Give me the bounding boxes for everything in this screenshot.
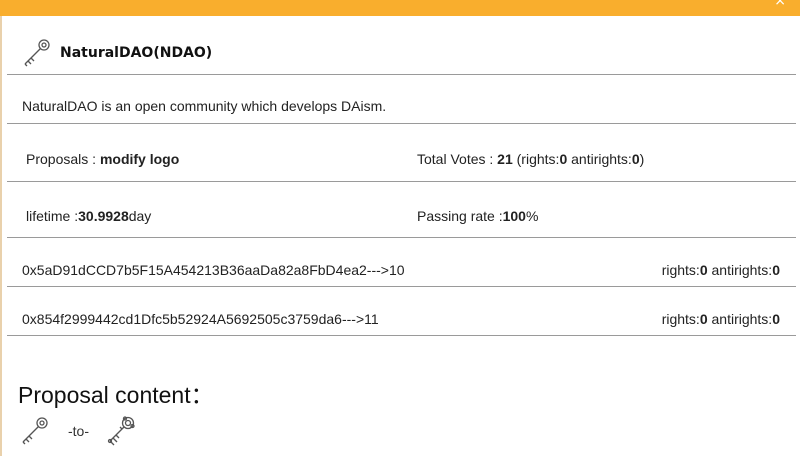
vote-tally: rights:0 antirights:0 bbox=[662, 311, 780, 327]
proposal-label: Proposals : bbox=[26, 151, 100, 167]
antirights-label: antirights: bbox=[707, 262, 773, 278]
dao-title: NaturalDAO(NDAO) bbox=[60, 45, 213, 61]
antirights-value: 0 bbox=[631, 151, 640, 167]
dao-header: NaturalDAO(NDAO) bbox=[20, 36, 212, 70]
divider bbox=[7, 237, 796, 238]
divider bbox=[7, 123, 796, 124]
divider bbox=[7, 286, 796, 287]
proposal-content-title: Proposal content： bbox=[18, 382, 214, 408]
rights-label: rights: bbox=[661, 262, 700, 278]
antirights-value: 0 bbox=[772, 262, 780, 278]
lifetime-label: lifetime : bbox=[26, 208, 79, 224]
ornate-key-icon bbox=[103, 414, 137, 448]
close-icon[interactable]: × bbox=[774, 0, 786, 8]
key-icon bbox=[20, 37, 52, 69]
divider bbox=[7, 181, 796, 182]
antirights-value: 0 bbox=[772, 311, 780, 327]
rights-value: 0 bbox=[699, 311, 708, 327]
dao-description: NaturalDAO is an open community which de… bbox=[22, 98, 387, 114]
rights-label: rights: bbox=[661, 311, 700, 327]
total-votes-field: Total Votes : 21 (rights:0 antirights:0) bbox=[417, 151, 644, 167]
rights-label: (rights: bbox=[512, 151, 560, 167]
total-votes-value: 21 bbox=[497, 151, 513, 167]
divider bbox=[7, 335, 796, 336]
logo-change: -to- bbox=[18, 414, 137, 448]
antirights-label: antirights: bbox=[567, 151, 632, 167]
to-label: -to- bbox=[68, 423, 89, 439]
passing-rate-unit: % bbox=[525, 208, 539, 224]
divider bbox=[7, 74, 796, 75]
key-icon bbox=[18, 415, 50, 447]
proposal-value: modify logo bbox=[99, 151, 180, 167]
title-bar: × bbox=[0, 0, 800, 16]
rights-value: 0 bbox=[699, 262, 708, 278]
antirights-label: antirights: bbox=[707, 311, 773, 327]
close-paren: ) bbox=[639, 151, 645, 167]
passing-rate-field: Passing rate :100% bbox=[417, 208, 538, 224]
passing-rate-label: Passing rate : bbox=[417, 208, 503, 224]
passing-rate-value: 100 bbox=[502, 208, 526, 224]
vote-address: 0x854f2999442cd1Dfc5b52924A5692505c3759d… bbox=[22, 311, 379, 327]
proposal-field: Proposals : modify logo bbox=[26, 151, 179, 167]
total-votes-label: Total Votes : bbox=[417, 151, 498, 167]
vote-tally: rights:0 antirights:0 bbox=[662, 262, 780, 278]
lifetime-unit: day bbox=[128, 208, 152, 224]
lifetime-value: 30.9928 bbox=[78, 208, 129, 224]
window-edge bbox=[0, 16, 2, 456]
lifetime-field: lifetime :30.9928day bbox=[26, 208, 151, 224]
vote-address: 0x5aD91dCCD7b5F15A454213B36aaDa82a8FbD4e… bbox=[22, 262, 405, 278]
